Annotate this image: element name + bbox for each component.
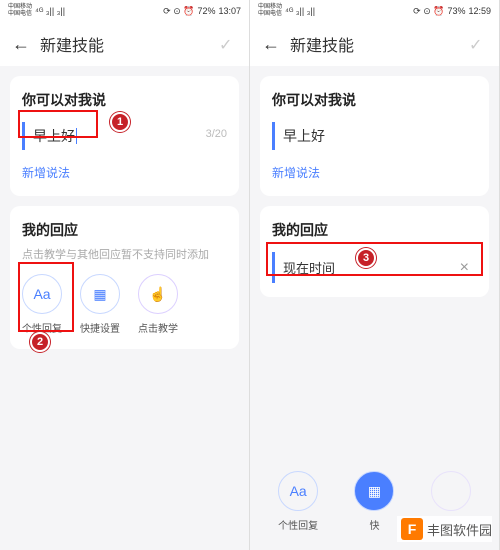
grid-icon: ▦ (354, 471, 394, 511)
action-quick-settings[interactable]: ▦ 快捷设置 (80, 274, 120, 335)
time-label: 12:59 (468, 6, 491, 16)
phone-screenshot-left: 中国移动 中国电信 ⁴ᴳ ₃|| ₃|| ⟳ ⊙ ⏰ 72% 13:07 ← 新… (0, 0, 250, 550)
phrase-text: 早上好 (33, 126, 75, 146)
reply-card-title: 我的回应 (272, 220, 477, 240)
reply-card-title: 我的回应 (22, 220, 227, 240)
callout-1: 1 (110, 112, 130, 132)
confirm-icon[interactable]: ✓ (219, 35, 237, 53)
say-card-title: 你可以对我说 (272, 90, 477, 110)
status-bar: 中国移动 中国电信 ⁴ᴳ ₃|| ₃|| ⟳ ⊙ ⏰ 72% 13:07 (0, 0, 249, 22)
reply-card: 我的回应 点击教学与其他回应暂不支持同时添加 Aa 个性回复 ▦ 快捷设置 ☝ … (10, 206, 239, 349)
phrase-input[interactable]: 早上好 (272, 122, 477, 150)
action-custom-reply[interactable]: Aa 个性回复 (22, 274, 62, 335)
close-icon[interactable]: × (460, 259, 469, 277)
back-icon[interactable]: ← (262, 35, 280, 53)
action-tap-teach[interactable]: ☝ 点击教学 (138, 274, 178, 335)
branding-watermark: F 丰图软件园 (397, 516, 492, 542)
phone-screenshot-right: 中国移动 中国电信 ⁴ᴳ ₃|| ₃|| ⟳ ⊙ ⏰ 73% 12:59 ← 新… (250, 0, 500, 550)
page-header: ← 新建技能 ✓ (0, 22, 249, 66)
action-label: 快 (369, 517, 379, 532)
action-label: 快捷设置 (80, 320, 120, 335)
status-icons: ⟳ ⊙ ⏰ (163, 6, 194, 17)
text-aa-icon: Aa (22, 274, 62, 314)
time-label: 13:07 (218, 6, 241, 16)
callout-2: 2 (30, 332, 50, 352)
signal-icon: ⁴ᴳ ₃|| ₃|| (35, 6, 65, 16)
confirm-icon[interactable]: ✓ (469, 35, 487, 53)
text-aa-icon: Aa (278, 471, 318, 511)
reply-card: 我的回应 现在时间 × 3 (260, 206, 489, 297)
page-header: ← 新建技能 ✓ (250, 22, 499, 66)
brand-logo-icon: F (401, 518, 423, 540)
status-bar: 中国移动 中国电信 ⁴ᴳ ₃|| ₃|| ⟳ ⊙ ⏰ 73% 12:59 (250, 0, 499, 22)
add-phrase-link[interactable]: 新增说法 (22, 164, 70, 181)
carrier-label: 中国移动 中国电信 (258, 4, 282, 18)
action-custom-reply[interactable]: Aa 个性回复 (278, 471, 318, 532)
signal-icon: ⁴ᴳ ₃|| ₃|| (285, 6, 315, 16)
say-card: 你可以对我说 早上好 1 3/20 新增说法 (10, 76, 239, 196)
action-label: 个性回复 (278, 517, 318, 532)
callout-3: 3 (356, 248, 376, 268)
partial-icon (431, 471, 471, 511)
add-phrase-link[interactable]: 新增说法 (272, 164, 320, 181)
phrase-text: 早上好 (283, 126, 325, 146)
status-icons: ⟳ ⊙ ⏰ (413, 6, 444, 17)
page-title: 新建技能 (40, 32, 209, 56)
grid-icon: ▦ (80, 274, 120, 314)
say-card: 你可以对我说 早上好 新增说法 (260, 76, 489, 196)
reply-text: 现在时间 (283, 258, 335, 277)
brand-text: 丰图软件园 (427, 520, 492, 539)
say-card-title: 你可以对我说 (22, 90, 227, 110)
text-cursor (76, 128, 77, 144)
action-label: 点击教学 (138, 320, 178, 335)
back-icon[interactable]: ← (12, 35, 30, 53)
carrier-label: 中国移动 中国电信 (8, 4, 32, 18)
battery-label: 72% (197, 6, 215, 16)
page-title: 新建技能 (290, 32, 459, 56)
char-count: 3/20 (206, 128, 227, 140)
action-quick-settings[interactable]: ▦ 快 (354, 471, 394, 532)
reply-actions-row: Aa 个性回复 ▦ 快捷设置 ☝ 点击教学 (22, 274, 227, 335)
tap-icon: ☝ (138, 274, 178, 314)
reply-card-subtitle: 点击教学与其他回应暂不支持同时添加 (22, 246, 227, 262)
battery-label: 73% (447, 6, 465, 16)
